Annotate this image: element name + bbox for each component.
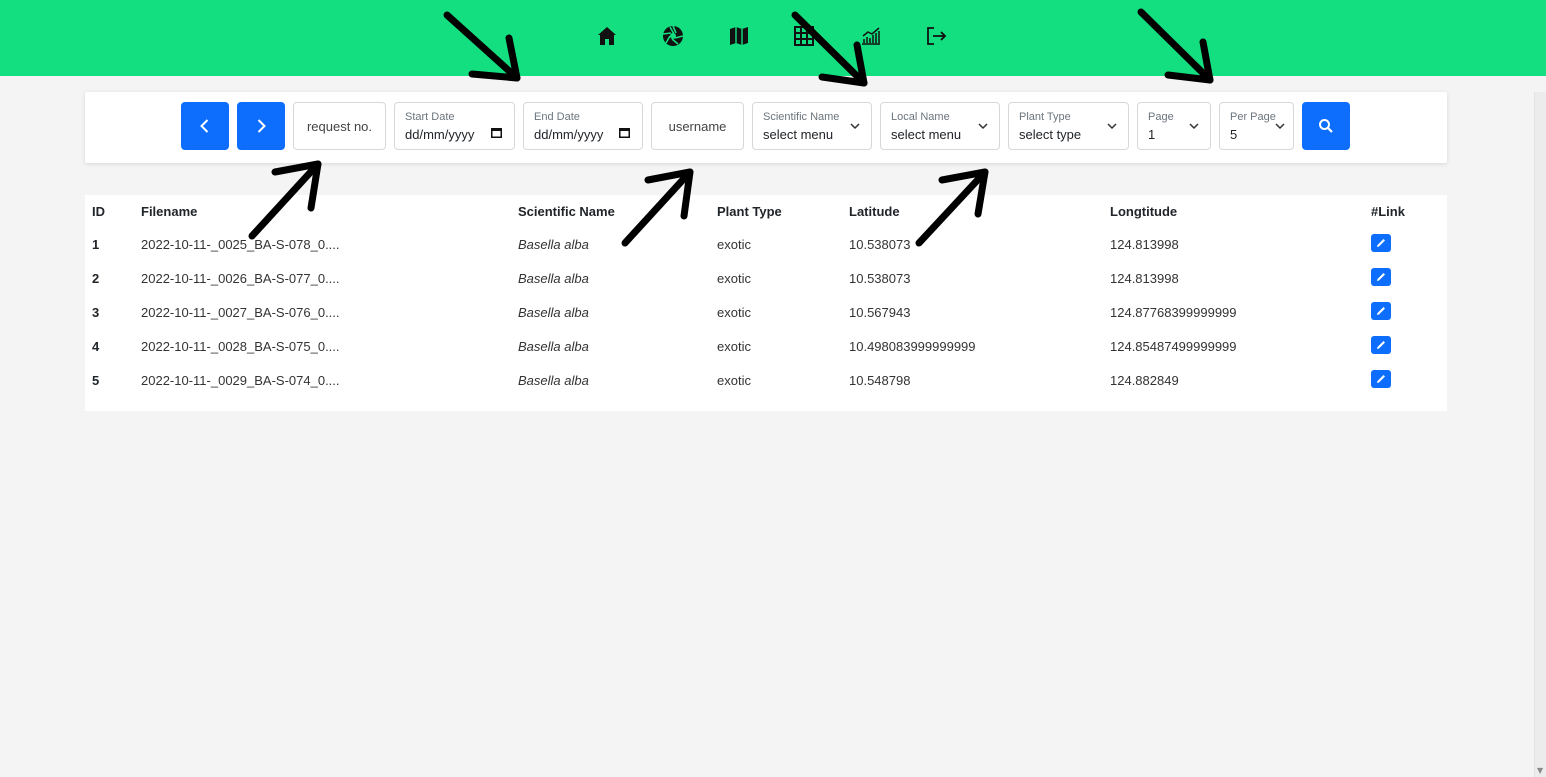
scientific-name-select[interactable]: Scientific Name select menu [752, 102, 872, 150]
cell-id: 5 [92, 373, 100, 388]
pencil-icon [1377, 239, 1385, 247]
cell-id: 3 [92, 305, 100, 320]
chevron-down-icon [1189, 123, 1199, 130]
aperture-icon[interactable] [659, 22, 687, 50]
cell-longitude: 124.87768399999999 [1110, 305, 1237, 320]
page-select[interactable]: Page 1 [1137, 102, 1211, 150]
pencil-icon [1377, 341, 1385, 349]
map-icon[interactable] [725, 22, 753, 50]
request-no-input[interactable]: request no. [293, 102, 386, 150]
cell-scientific-name: Basella alba [518, 373, 589, 388]
cell-latitude: 10.548798 [849, 373, 911, 388]
column-header-id: ID [92, 204, 105, 219]
edit-button[interactable] [1371, 234, 1391, 252]
start-date-label: Start Date [405, 111, 455, 123]
logout-icon[interactable] [922, 22, 950, 50]
column-header-latitude: Latitude [849, 204, 900, 219]
edit-button[interactable] [1371, 370, 1391, 388]
cell-filename: 2022-10-11-_0029_BA-S-074_0.... [141, 373, 340, 388]
local-name-select[interactable]: Local Name select menu [880, 102, 1000, 150]
cell-latitude: 10.538073 [849, 271, 911, 286]
home-icon[interactable] [593, 22, 621, 50]
cell-scientific-name: Basella alba [518, 339, 589, 354]
filter-bar: request no. Start Date dd/mm/yyyy End Da… [85, 92, 1447, 163]
cell-latitude: 10.538073 [849, 237, 911, 252]
chevron-down-icon [850, 123, 860, 130]
prev-page-button[interactable] [181, 102, 229, 150]
per-page-select[interactable]: Per Page 5 [1219, 102, 1294, 150]
cell-scientific-name: Basella alba [518, 237, 589, 252]
plant-type-select[interactable]: Plant Type select type [1008, 102, 1129, 150]
cell-longitude: 124.813998 [1110, 237, 1179, 252]
cell-id: 1 [92, 237, 100, 252]
next-page-button[interactable] [237, 102, 285, 150]
cell-plant-type: exotic [717, 339, 751, 354]
column-header-scientific-name: Scientific Name [518, 204, 615, 219]
request-no-placeholder: request no. [306, 119, 373, 134]
username-placeholder: username [668, 119, 727, 134]
plant-type-value: select type [1019, 127, 1082, 142]
cell-filename: 2022-10-11-_0026_BA-S-077_0.... [141, 271, 340, 286]
per-page-label: Per Page [1230, 111, 1276, 123]
cell-plant-type: exotic [717, 305, 751, 320]
cell-latitude: 10.498083999999999 [849, 339, 976, 354]
scientific-name-label: Scientific Name [763, 111, 840, 123]
column-header-longitude: Longtitude [1110, 204, 1178, 219]
pencil-icon [1377, 273, 1385, 281]
chevron-down-icon [1107, 123, 1117, 130]
chevron-right-icon [257, 119, 266, 133]
vertical-scrollbar[interactable]: ▼ [1534, 92, 1546, 777]
scroll-down-arrow-icon[interactable]: ▼ [1537, 766, 1543, 775]
cell-longitude: 124.85487499999999 [1110, 339, 1237, 354]
cell-longitude: 124.813998 [1110, 271, 1179, 286]
calendar-icon[interactable] [491, 128, 502, 138]
pencil-icon [1377, 375, 1385, 383]
scientific-name-value: select menu [763, 127, 834, 142]
start-date-value: dd/mm/yyyy [405, 127, 475, 142]
cell-plant-type: exotic [717, 373, 751, 388]
chevron-down-icon [1275, 123, 1285, 130]
results-table: ID Filename Scientific Name Plant Type L… [85, 195, 1447, 411]
chevron-down-icon [978, 123, 988, 130]
chart-icon[interactable] [857, 22, 885, 50]
edit-button[interactable] [1371, 336, 1391, 354]
cell-plant-type: exotic [717, 237, 751, 252]
page-value: 1 [1148, 127, 1156, 142]
grid-icon[interactable] [790, 22, 818, 50]
page-label: Page [1148, 111, 1174, 123]
local-name-label: Local Name [891, 111, 950, 123]
start-date-field[interactable]: Start Date dd/mm/yyyy [394, 102, 515, 150]
column-header-plant-type: Plant Type [717, 204, 782, 219]
cell-filename: 2022-10-11-_0028_BA-S-075_0.... [141, 339, 340, 354]
edit-button[interactable] [1371, 302, 1391, 320]
plant-type-label: Plant Type [1019, 111, 1071, 123]
end-date-value: dd/mm/yyyy [534, 127, 604, 142]
search-button[interactable] [1302, 102, 1350, 150]
cell-id: 4 [92, 339, 100, 354]
column-header-link: #Link [1371, 204, 1405, 219]
column-header-filename: Filename [141, 204, 198, 219]
cell-filename: 2022-10-11-_0025_BA-S-078_0.... [141, 237, 340, 252]
cell-scientific-name: Basella alba [518, 305, 589, 320]
chevron-left-icon [200, 119, 209, 133]
cell-plant-type: exotic [717, 271, 751, 286]
cell-scientific-name: Basella alba [518, 271, 589, 286]
username-input[interactable]: username [651, 102, 744, 150]
cell-filename: 2022-10-11-_0027_BA-S-076_0.... [141, 305, 340, 320]
end-date-field[interactable]: End Date dd/mm/yyyy [523, 102, 643, 150]
cell-id: 2 [92, 271, 100, 286]
local-name-value: select menu [891, 127, 962, 142]
top-navbar [0, 0, 1546, 76]
end-date-label: End Date [534, 111, 580, 123]
per-page-value: 5 [1230, 127, 1238, 142]
calendar-icon[interactable] [619, 128, 630, 138]
search-icon [1319, 119, 1333, 133]
cell-longitude: 124.882849 [1110, 373, 1179, 388]
edit-button[interactable] [1371, 268, 1391, 286]
pencil-icon [1377, 307, 1385, 315]
cell-latitude: 10.567943 [849, 305, 911, 320]
